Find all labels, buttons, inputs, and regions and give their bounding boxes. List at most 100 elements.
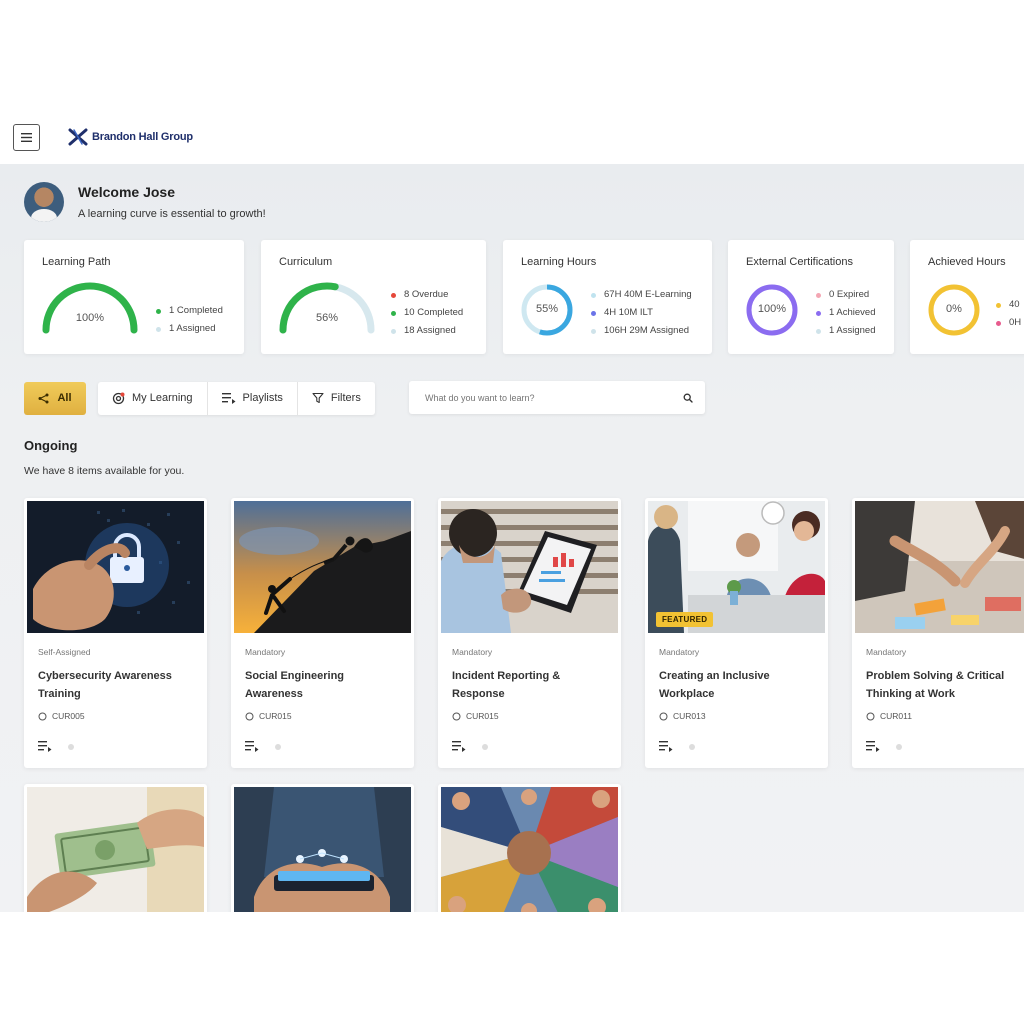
assignment-type: Self-Assigned xyxy=(38,647,91,657)
course-card[interactable]: Self-Assigned Cybersecurity Awareness Tr… xyxy=(24,498,207,768)
section-subtitle: We have 8 items available for you. xyxy=(24,465,185,477)
gauge-label: 100% xyxy=(75,312,105,324)
badge-icon xyxy=(245,712,254,720)
badge-icon xyxy=(659,712,668,720)
add-to-playlist-icon[interactable] xyxy=(659,741,673,752)
course-card[interactable]: FEATURED Mandatory Creating an Inclusive… xyxy=(645,498,828,768)
legend-text: 40 xyxy=(1009,299,1020,310)
tablet-photo xyxy=(234,787,411,912)
add-to-playlist-icon[interactable] xyxy=(452,741,466,752)
search-icon[interactable] xyxy=(683,393,693,403)
add-to-playlist-icon[interactable] xyxy=(245,741,259,752)
stat-title: Learning Path xyxy=(42,256,111,268)
all-button[interactable]: All xyxy=(24,381,86,415)
assignment-type: Mandatory xyxy=(452,647,493,657)
stat-title: Achieved Hours xyxy=(928,256,1006,268)
course-code: CUR005 xyxy=(38,711,85,721)
course-code: CUR015 xyxy=(452,711,499,721)
card-actions xyxy=(245,741,281,752)
avatar[interactable] xyxy=(24,182,64,222)
legend-dot xyxy=(591,328,596,334)
hamburger-menu-button[interactable] xyxy=(13,124,40,151)
course-card[interactable]: Mandatory Problem Solving & Critical Thi… xyxy=(852,498,1024,768)
top-bar: Brandon Hall Group xyxy=(0,112,1024,164)
add-to-playlist-icon[interactable] xyxy=(866,741,880,752)
playlists-label: Playlists xyxy=(242,392,283,404)
legend-dot xyxy=(156,308,161,314)
badge-icon xyxy=(38,712,47,720)
legend-dot xyxy=(391,328,396,334)
legend-item: 106H 29M Assigned xyxy=(591,322,692,340)
badge-icon xyxy=(452,712,461,720)
course-title[interactable]: Creating an Inclusive Workplace xyxy=(659,667,817,703)
stat-legend: 1 Completed 1 Assigned xyxy=(156,302,223,338)
legend-item: 0 Expired xyxy=(816,286,875,304)
course-code-text: CUR015 xyxy=(466,711,499,721)
stat-legend: 0 Expired 1 Achieved 1 Assigned xyxy=(816,286,875,340)
course-card[interactable] xyxy=(231,784,414,912)
app-frame: Brandon Hall Group Welcome Jose A learni… xyxy=(0,112,1024,912)
stat-card-learning-hours[interactable]: Learning Hours 55% 67H 40M E-Learning 4H… xyxy=(503,240,712,354)
stat-card-external-certifications[interactable]: External Certifications 100% 0 Expired 1… xyxy=(728,240,894,354)
assignment-type: Mandatory xyxy=(245,647,286,657)
legend-item: 1 Assigned xyxy=(816,322,875,340)
brand-logo[interactable]: Brandon Hall Group xyxy=(68,127,193,147)
stat-card-curriculum[interactable]: Curriculum 56% 8 Overdue 10 Completed 18… xyxy=(261,240,486,354)
legend-text: 8 Overdue xyxy=(404,289,449,300)
semicircle-gauge xyxy=(279,282,375,334)
filter-button-group: My Learning Playlists Filters xyxy=(98,381,375,415)
stat-card-learning-path[interactable]: Learning Path 100% 1 Completed 1 Assigne… xyxy=(24,240,244,354)
legend-item: 10 Completed xyxy=(391,304,463,322)
padlock-photo xyxy=(27,501,204,633)
legend-dot xyxy=(391,292,396,298)
course-title[interactable]: Incident Reporting & Response xyxy=(452,667,610,703)
my-learning-button[interactable]: My Learning xyxy=(98,381,208,415)
card-actions xyxy=(452,741,488,752)
legend-item: 40 xyxy=(996,296,1021,314)
course-title[interactable]: Cybersecurity Awareness Training xyxy=(38,667,196,703)
menu-icon xyxy=(21,133,32,142)
legend-text: 1 Assigned xyxy=(169,323,216,334)
legend-text: 0H xyxy=(1009,317,1022,328)
teamwork-desk-photo xyxy=(855,501,1024,633)
legend-dot xyxy=(996,320,1001,326)
search-box xyxy=(409,381,705,414)
course-grid: Self-Assigned Cybersecurity Awareness Tr… xyxy=(24,498,1024,912)
legend-item: 18 Assigned xyxy=(391,322,463,340)
filters-button[interactable]: Filters xyxy=(298,382,375,415)
my-learning-label: My Learning xyxy=(132,392,193,404)
course-card[interactable]: Mandatory Social Engineering Awareness C… xyxy=(231,498,414,768)
welcome-subtitle: A learning curve is essential to growth! xyxy=(78,208,266,220)
legend-item: 0H xyxy=(996,314,1021,332)
legend-item: 1 Completed xyxy=(156,302,223,320)
course-title[interactable]: Social Engineering Awareness xyxy=(245,667,403,703)
legend-item: 1 Achieved xyxy=(816,304,875,322)
ring-label: 0% xyxy=(946,303,962,315)
add-to-playlist-icon[interactable] xyxy=(38,741,52,752)
course-image xyxy=(234,787,411,912)
money-photo xyxy=(27,787,204,912)
legend-text: 1 Assigned xyxy=(829,325,876,336)
gauge-label: 56% xyxy=(315,312,339,324)
course-image xyxy=(27,787,204,912)
playlists-button[interactable]: Playlists xyxy=(208,381,298,415)
course-card[interactable] xyxy=(24,784,207,912)
course-title[interactable]: Problem Solving & Critical Thinking at W… xyxy=(866,667,1024,703)
ring-label: 55% xyxy=(535,303,559,315)
search-input[interactable] xyxy=(425,392,683,403)
course-code: CUR015 xyxy=(245,711,292,721)
course-code-text: CUR013 xyxy=(673,711,706,721)
legend-text: 18 Assigned xyxy=(404,325,456,336)
legend-text: 0 Expired xyxy=(829,289,870,300)
stats-row: Learning Path 100% 1 Completed 1 Assigne… xyxy=(24,240,1024,354)
course-image xyxy=(441,501,618,633)
stat-title: Curriculum xyxy=(279,256,333,268)
course-card[interactable] xyxy=(438,784,621,912)
stat-card-achieved-hours[interactable]: Achieved Hours 0% 40 0H xyxy=(910,240,1024,354)
card-body: Mandatory Incident Reporting & Response … xyxy=(438,633,621,768)
course-code-text: CUR015 xyxy=(259,711,292,721)
course-card[interactable]: Mandatory Incident Reporting & Response … xyxy=(438,498,621,768)
card-body: Self-Assigned Cybersecurity Awareness Tr… xyxy=(24,633,207,768)
stat-legend: 40 0H xyxy=(996,296,1021,332)
status-dot xyxy=(68,743,74,750)
